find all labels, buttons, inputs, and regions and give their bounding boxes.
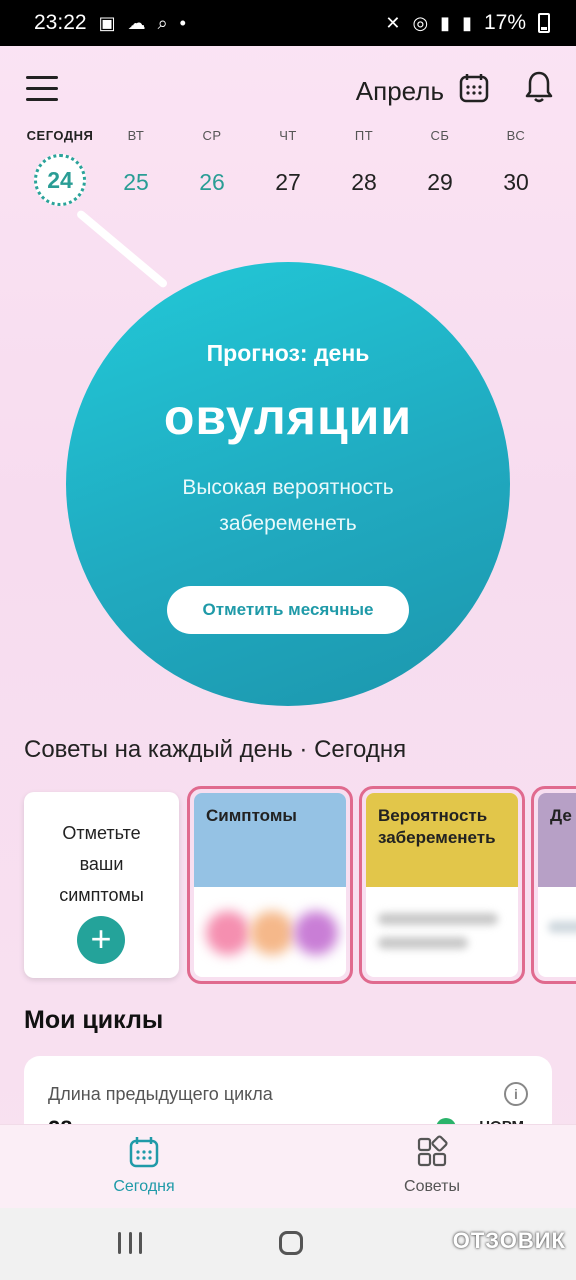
day-name: СБ	[430, 128, 450, 143]
calendar-icon	[129, 1137, 159, 1168]
story-card-symptoms[interactable]: Симптомы	[187, 786, 353, 984]
grid-icon	[417, 1135, 448, 1167]
day-name: ПТ	[354, 128, 374, 143]
menu-button[interactable]	[26, 76, 58, 102]
day-number: 26	[199, 169, 225, 195]
day-tue[interactable]: ВТ 25	[100, 128, 172, 206]
bell-icon[interactable]	[524, 70, 554, 104]
tab-today[interactable]: Сегодня	[0, 1125, 288, 1208]
gallery-icon: ▣	[98, 12, 116, 33]
watermark: ОТЗОВИК	[452, 1228, 566, 1253]
system-nav-bar: ОТЗОВИК	[0, 1208, 576, 1280]
blurred-icon	[250, 911, 294, 955]
forecast-subtitle: Прогноз: день	[206, 340, 370, 366]
forecast-title: овуляции	[163, 389, 413, 445]
day-sun[interactable]: ВС 30	[480, 128, 552, 206]
month-label[interactable]: Апрель	[356, 76, 444, 107]
tips-title: Советы на каждый день · Сегодня	[24, 736, 407, 763]
day-number: 25	[123, 169, 149, 195]
hamburger-icon	[26, 76, 58, 79]
add-symptoms-text: Отметьте ваши симптомы	[59, 823, 144, 905]
mute-icon: ✕	[385, 12, 401, 33]
cloud-icon: ☁	[127, 12, 146, 33]
hotspot-icon: ◎	[412, 12, 429, 33]
day-number: 30	[503, 169, 529, 195]
story-card-pregnancy[interactable]: Вероятность забеременеть	[359, 786, 525, 984]
status-bar: 23:22 ▣ ☁ ⌕ • ✕ ◎ ▮ ▮ 17%	[0, 0, 576, 46]
cycle-length-label: Длина предыдущего цикла	[48, 1084, 273, 1104]
story-label: Де	[538, 793, 576, 887]
tips-carousel[interactable]: Отметьте ваши симптомы + Симптомы Вероят…	[0, 786, 576, 986]
blurred-icon	[206, 911, 250, 955]
today-connector	[75, 208, 169, 289]
blurred-icon	[548, 921, 576, 933]
blurred-text	[378, 937, 468, 949]
home-button[interactable]	[279, 1231, 303, 1255]
tab-tips[interactable]: Советы	[288, 1125, 576, 1208]
day-name: СЕГОДНЯ	[26, 128, 94, 143]
day-name: ВС	[506, 128, 526, 143]
day-wed[interactable]: СР 26	[176, 128, 248, 206]
day-today[interactable]: СЕГОДНЯ 24	[24, 128, 96, 206]
signal-icon: ▮	[440, 12, 451, 33]
forecast-desc: Высокая вероятность	[182, 476, 394, 499]
search-icon: ⌕	[157, 12, 168, 33]
week-strip: СЕГОДНЯ 24 ВТ 25 СР 26 ЧТ 27 ПТ 28 СБ 29…	[24, 128, 552, 206]
battery-percent: 17%	[483, 11, 526, 34]
day-name: СР	[202, 128, 222, 143]
app-header: Апрель	[0, 66, 576, 116]
blurred-icon	[294, 911, 338, 955]
blurred-text	[378, 913, 498, 925]
day-sat[interactable]: СБ 29	[404, 128, 476, 206]
forecast-circle: Прогноз: день овуляции Высокая вероятнос…	[66, 262, 510, 706]
day-number: 27	[275, 169, 301, 195]
story-label: Симптомы	[194, 793, 346, 887]
add-symptoms-card[interactable]: Отметьте ваши симптомы +	[24, 792, 179, 978]
tab-tips-label: Советы	[404, 1178, 460, 1195]
status-time: 23:22	[34, 11, 87, 34]
log-period-button[interactable]: Отметить месячные	[167, 586, 409, 634]
day-number: 28	[351, 169, 377, 195]
signal-4g-icon: ▮	[462, 12, 472, 33]
day-thu[interactable]: ЧТ 27	[252, 128, 324, 206]
story-label: Вероятность забеременеть	[366, 793, 518, 887]
bottom-nav: Сегодня Советы	[0, 1124, 576, 1208]
tab-today-label: Сегодня	[113, 1178, 175, 1195]
day-fri[interactable]: ПТ 28	[328, 128, 400, 206]
day-name: ВТ	[127, 128, 145, 143]
recent-apps-button[interactable]	[118, 1232, 142, 1254]
forecast-desc: забеременеть	[219, 512, 357, 535]
day-name: ЧТ	[279, 128, 297, 143]
calendar-icon[interactable]	[458, 72, 490, 104]
dot-icon: •	[179, 12, 186, 33]
cycles-title: Мои циклы	[24, 1006, 164, 1034]
day-number: 29	[427, 169, 453, 195]
plus-icon[interactable]: +	[77, 916, 125, 964]
today-date: 24	[34, 154, 86, 206]
story-card-partial[interactable]: Де	[531, 786, 576, 984]
info-icon[interactable]: i	[504, 1082, 528, 1106]
battery-icon	[538, 13, 550, 33]
